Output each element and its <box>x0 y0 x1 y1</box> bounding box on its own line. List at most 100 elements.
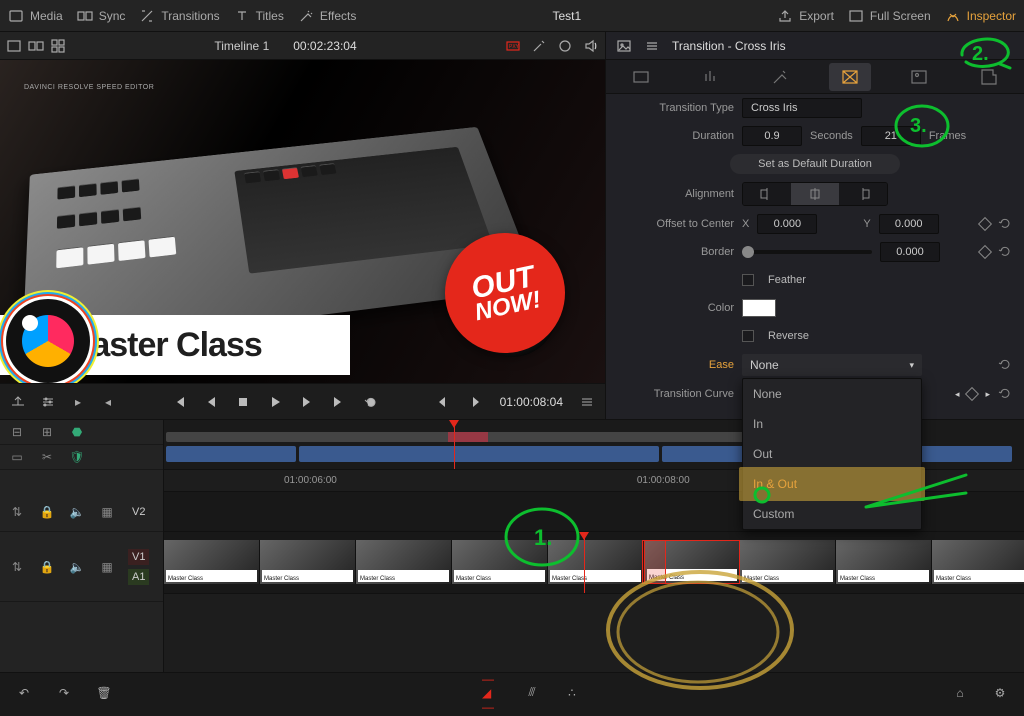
reverse-checkbox[interactable] <box>742 330 754 342</box>
lbl-transition-type: Transition Type <box>616 102 734 114</box>
go-end-icon[interactable] <box>329 392 349 412</box>
speaker-icon[interactable] <box>583 38 599 54</box>
film-icon[interactable]: ▦ <box>98 505 116 519</box>
reset-icon[interactable] <box>998 357 1014 373</box>
mute-icon[interactable]: 🔈 <box>68 560 86 574</box>
redo-icon[interactable]: ↷ <box>54 683 74 703</box>
go-start-icon[interactable] <box>169 392 189 412</box>
topbar-export[interactable]: Export <box>777 8 834 24</box>
transition-type-dropdown[interactable]: Cross Iris <box>742 98 862 118</box>
page-fairlight-icon[interactable]: ∴ <box>562 683 582 703</box>
timeline-view-expand-icon[interactable]: ⊞ <box>38 425 56 439</box>
lbl-border: Border <box>616 246 734 258</box>
insp-image-icon[interactable] <box>616 38 632 54</box>
razor-icon[interactable]: ✂ <box>38 450 56 464</box>
keyframe-icon[interactable] <box>978 217 992 231</box>
ease-option-out[interactable]: Out <box>743 439 921 469</box>
alignment-segment[interactable] <box>742 182 888 206</box>
topbar-effects[interactable]: Effects <box>298 8 356 24</box>
track-a1[interactable]: A1 <box>128 569 149 585</box>
offset-y-field[interactable]: 0.000 <box>879 214 939 234</box>
mute-icon[interactable]: 🔈 <box>68 505 86 519</box>
tool-insert-icon[interactable] <box>8 392 28 412</box>
move-icon[interactable]: ⇅ <box>8 505 26 519</box>
viewer-mode-icon[interactable] <box>6 38 22 54</box>
transport-prev-icon[interactable]: ▸ <box>68 392 88 412</box>
tab-video-icon[interactable] <box>620 63 662 91</box>
svg-text:PXY: PXY <box>509 44 520 50</box>
home-icon[interactable]: ⌂ <box>950 683 970 703</box>
bypass-fx-icon[interactable] <box>531 38 547 54</box>
reset-icon[interactable] <box>998 216 1014 232</box>
viewer-dual-icon[interactable] <box>28 38 44 54</box>
menu-icon[interactable] <box>577 392 597 412</box>
reset-icon[interactable] <box>998 386 1014 402</box>
insp-sliders-icon[interactable] <box>644 38 660 54</box>
undo-icon[interactable]: ↶ <box>14 683 34 703</box>
set-default-duration-button[interactable]: Set as Default Duration <box>730 154 900 174</box>
trash-icon[interactable]: 🗑 <box>94 683 114 703</box>
track-v2[interactable]: V2 <box>128 504 149 520</box>
project-title: Test1 <box>552 9 581 23</box>
transport-next-icon[interactable]: ◂ <box>98 392 118 412</box>
current-timecode: 01:00:08:04 <box>500 395 563 409</box>
ease-dropdown[interactable]: None ▾ <box>742 354 922 376</box>
lbl-alignment: Alignment <box>616 188 734 200</box>
prev-edit-icon[interactable] <box>432 392 452 412</box>
duration-seconds-field[interactable]: 0.9 <box>742 126 802 146</box>
timeline-name: Timeline 1 <box>214 39 269 53</box>
color-wheel-icon[interactable] <box>557 38 573 54</box>
proxy-toggle[interactable]: PXY <box>505 38 521 54</box>
tool-adjust-icon[interactable] <box>38 392 58 412</box>
ease-option-in[interactable]: In <box>743 409 921 439</box>
duration-frames-field[interactable]: 21 <box>861 126 921 146</box>
move-icon[interactable]: ⇅ <box>8 560 26 574</box>
topbar-fullscreen[interactable]: Full Screen <box>848 8 931 24</box>
stop-icon[interactable] <box>233 392 253 412</box>
keyframe-icon[interactable] <box>978 245 992 259</box>
settings-icon[interactable]: ⚙ <box>990 683 1010 703</box>
topbar-inspector[interactable]: Inspector <box>945 8 1016 24</box>
loop-icon[interactable] <box>361 392 381 412</box>
marker-icon[interactable]: ⬣ <box>68 425 86 439</box>
ease-option-custom[interactable]: Custom <box>743 499 921 529</box>
tab-effects-icon[interactable] <box>759 63 801 91</box>
topbar-media[interactable]: Media <box>8 8 63 24</box>
film-icon[interactable]: ▦ <box>98 560 116 574</box>
tab-audio-icon[interactable] <box>689 63 731 91</box>
color-swatch[interactable] <box>742 299 776 317</box>
ease-option-none[interactable]: None <box>743 379 921 409</box>
step-back-icon[interactable] <box>201 392 221 412</box>
border-slider[interactable] <box>742 250 872 254</box>
timeline-view-collapse-icon[interactable]: ⊟ <box>8 425 26 439</box>
lock-icon[interactable]: 🔒 <box>38 505 56 519</box>
lbl-transition-curve: Transition Curve <box>616 388 734 400</box>
reset-icon[interactable] <box>998 244 1014 260</box>
keyframe-icon[interactable] <box>965 387 979 401</box>
offset-x-field[interactable]: 0.000 <box>757 214 817 234</box>
zoom-fit-icon[interactable]: ▭ <box>8 450 26 464</box>
ruler-tc: 01:00:08:00 <box>637 475 690 486</box>
track-v1[interactable]: V1 <box>128 549 149 565</box>
tab-transition-icon[interactable] <box>829 63 871 91</box>
ruler-tc: 01:00:06:00 <box>284 475 337 486</box>
ease-menu: None In Out In & Out Custom <box>742 378 922 530</box>
lbl-reverse: Reverse <box>768 330 809 342</box>
play-icon[interactable] <box>265 392 285 412</box>
tab-image-icon[interactable] <box>898 63 940 91</box>
tab-file-icon[interactable] <box>968 63 1010 91</box>
lock-icon[interactable]: 🔒 <box>38 560 56 574</box>
lbl-feather: Feather <box>768 274 806 286</box>
step-fwd-icon[interactable] <box>297 392 317 412</box>
next-edit-icon[interactable] <box>466 392 486 412</box>
topbar-transitions[interactable]: Transitions <box>139 8 219 24</box>
topbar-sync[interactable]: Sync <box>77 8 126 24</box>
topbar-titles[interactable]: Titles <box>234 8 284 24</box>
link-icon[interactable]: 🛡 <box>68 450 86 464</box>
viewer-quad-icon[interactable] <box>50 38 66 54</box>
page-cut-icon[interactable]: —◢— <box>482 683 502 703</box>
feather-checkbox[interactable] <box>742 274 754 286</box>
border-field[interactable]: 0.000 <box>880 242 940 262</box>
ease-option-inout[interactable]: In & Out <box>743 469 921 499</box>
page-edit-icon[interactable]: ⫻ <box>522 683 542 703</box>
